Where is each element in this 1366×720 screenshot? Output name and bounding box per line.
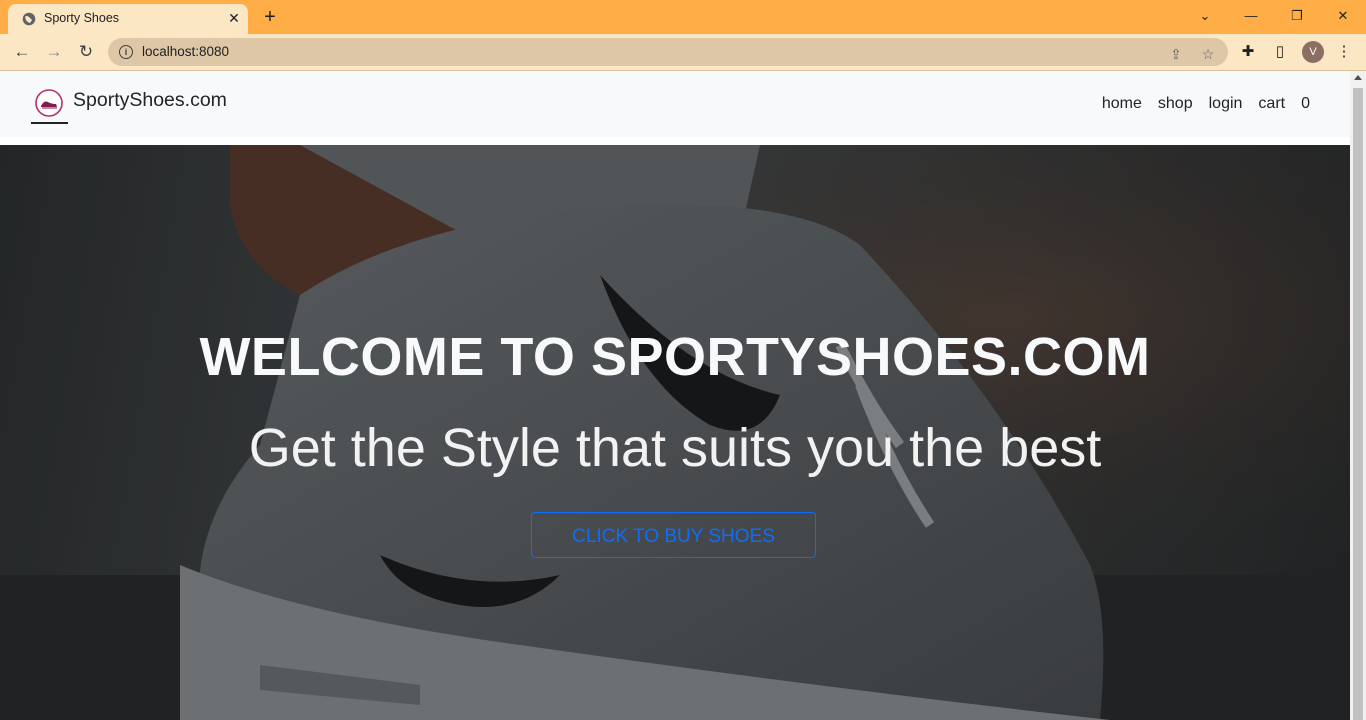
side-panel-icon[interactable]: ▯	[1270, 42, 1290, 62]
window-close-icon[interactable]: ✕	[1331, 6, 1355, 26]
browser-tab[interactable]: Sporty Shoes ✕	[8, 4, 248, 34]
forward-icon[interactable]: →	[42, 40, 66, 64]
page-viewport: SportyShoes.com home shop login cart 0 W…	[0, 71, 1350, 720]
profile-avatar[interactable]: V	[1302, 41, 1324, 63]
restore-icon[interactable]: ❐	[1285, 6, 1309, 26]
new-tab-icon[interactable]: +	[258, 6, 282, 30]
browser-toolbar: ← → ↻ i localhost:8080 ⇪ ☆ ✚ ▯ ⋮	[0, 34, 1366, 71]
nav-link-shop[interactable]: shop	[1158, 95, 1193, 113]
nav-links: home shop login cart 0	[1102, 95, 1310, 113]
minimize-icon[interactable]: —	[1239, 6, 1263, 26]
back-icon[interactable]: ←	[10, 40, 34, 64]
hero-title: WELCOME TO SPORTYSHOES.COM	[199, 327, 1151, 387]
url-text[interactable]: localhost:8080	[142, 44, 229, 59]
brand-underline	[31, 122, 68, 124]
site-navbar: SportyShoes.com home shop login cart 0	[0, 71, 1350, 137]
site-info-icon[interactable]: i	[119, 45, 133, 59]
page-scrollbar[interactable]	[1350, 71, 1366, 720]
tab-search-chevron-icon[interactable]: ⌄	[1193, 6, 1217, 26]
tab-title: Sporty Shoes	[44, 11, 120, 25]
scroll-up-arrow-icon[interactable]	[1354, 75, 1362, 80]
cart-count[interactable]: 0	[1301, 95, 1310, 113]
nav-link-login[interactable]: login	[1209, 95, 1243, 113]
browser-title-bar: Sporty Shoes ✕ + ⌄ — ❐ ✕	[0, 0, 1366, 34]
close-tab-icon[interactable]: ✕	[224, 8, 244, 28]
hero-subtitle: Get the Style that suits you the best	[248, 418, 1102, 478]
globe-icon	[22, 12, 36, 26]
scroll-thumb[interactable]	[1353, 88, 1363, 720]
nav-link-home[interactable]: home	[1102, 95, 1142, 113]
brand-name[interactable]: SportyShoes.com	[73, 89, 227, 112]
shoe-logo-icon[interactable]	[34, 88, 64, 118]
reload-icon[interactable]: ↻	[74, 40, 98, 64]
menu-kebab-icon[interactable]: ⋮	[1334, 42, 1354, 62]
address-bar[interactable]: i localhost:8080 ⇪ ☆	[108, 38, 1228, 66]
nav-link-cart[interactable]: cart	[1258, 95, 1285, 113]
extensions-puzzle-icon[interactable]: ✚	[1238, 42, 1258, 62]
bookmark-star-icon[interactable]: ☆	[1200, 46, 1216, 62]
hero-section: WELCOME TO SPORTYSHOES.COM Get the Style…	[0, 145, 1350, 720]
share-icon[interactable]: ⇪	[1168, 46, 1184, 62]
buy-shoes-button[interactable]: CLICK TO BUY SHOES	[531, 512, 816, 558]
